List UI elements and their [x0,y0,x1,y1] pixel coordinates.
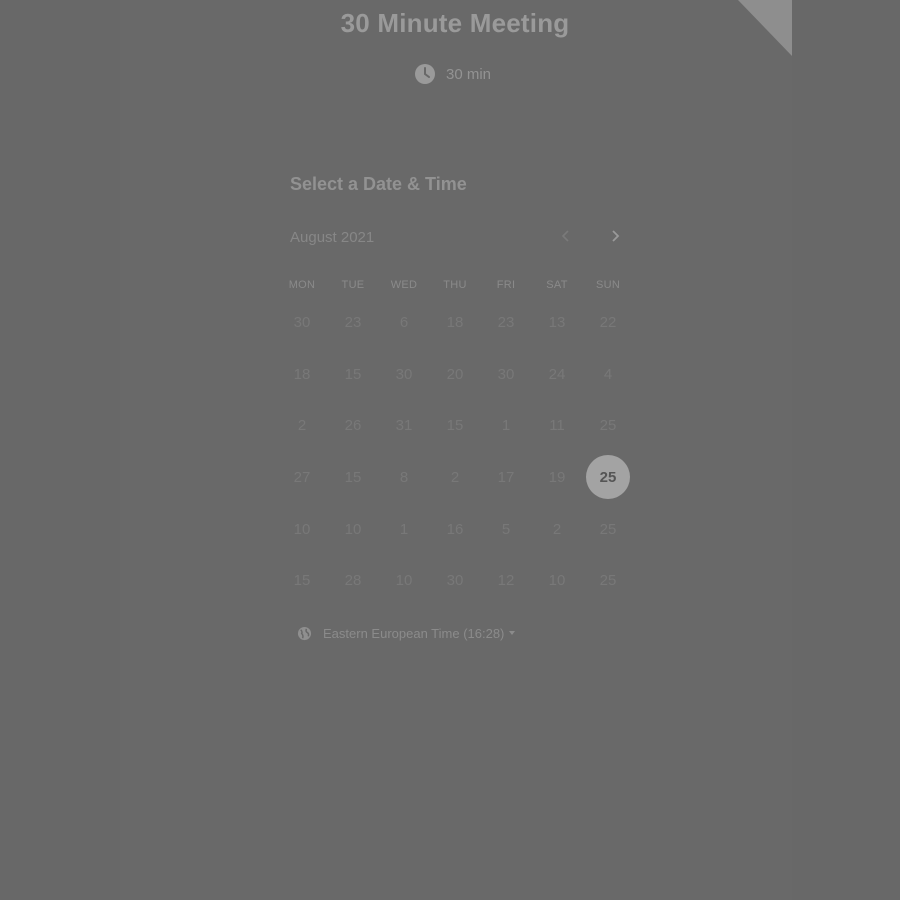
calendar-day[interactable]: 22 [586,300,630,344]
event-duration: 30 min [414,63,491,85]
calendar-day[interactable]: 27 [280,455,324,499]
calendar-day[interactable]: 10 [535,558,579,602]
calendar-day[interactable]: 25 [586,558,630,602]
booking-card [120,0,792,900]
calendar-day[interactable]: 2 [433,455,477,499]
calendar-day[interactable]: 30 [484,352,528,396]
calendar-day-selected[interactable]: 25 [586,455,630,499]
month-label: August 2021 [290,229,375,246]
calendar-day[interactable]: 25 [586,507,630,551]
weekday-header: MON [288,279,316,291]
calendar-day[interactable]: 6 [382,300,426,344]
chevron-left-icon [560,229,572,248]
next-month-button[interactable] [603,226,627,250]
calendar-day[interactable]: 10 [331,507,375,551]
calendar-day[interactable]: 1 [382,507,426,551]
calendar-day[interactable]: 25 [586,403,630,447]
calendar-day[interactable]: 30 [382,352,426,396]
weekday-header: SUN [595,279,621,291]
calendar-day[interactable]: 10 [382,558,426,602]
calendar-day[interactable]: 2 [280,403,324,447]
chevron-right-icon [609,229,621,248]
calendar-day[interactable]: 15 [331,455,375,499]
calendar-day[interactable]: 23 [331,300,375,344]
calendar-day[interactable]: 30 [433,558,477,602]
weekday-header: SAT [546,279,568,291]
calendar-day[interactable]: 26 [331,403,375,447]
weekday-header: WED [390,279,418,291]
timezone-label: Eastern European Time (16:28) [323,625,505,641]
calendar-day[interactable]: 23 [484,300,528,344]
calendar-day[interactable]: 13 [535,300,579,344]
calendar-day[interactable]: 1 [484,403,528,447]
timezone-selector[interactable]: Eastern European Time (16:28) [297,624,516,642]
calendar-day[interactable]: 15 [280,558,324,602]
calendar-day[interactable]: 12 [484,558,528,602]
calendar-day[interactable]: 30 [280,300,324,344]
caret-down-icon [509,631,516,635]
calendar-day[interactable]: 19 [535,455,579,499]
calendar-day[interactable]: 20 [433,352,477,396]
calendar-day[interactable]: 24 [535,352,579,396]
calendar-day[interactable]: 5 [484,507,528,551]
calendar-day[interactable]: 10 [280,507,324,551]
weekday-header: FRI [496,279,516,291]
calendar-day[interactable]: 8 [382,455,426,499]
calendar-day[interactable]: 15 [331,352,375,396]
booking-page: 30 Minute Meeting 30 min Select a Date &… [0,0,900,900]
weekday-header: TUE [341,279,365,291]
calendar-day[interactable]: 11 [535,403,579,447]
event-title: 30 Minute Meeting [340,8,570,38]
globe-icon [297,626,312,641]
calendar-day[interactable]: 4 [586,352,630,396]
calendar-day[interactable]: 15 [433,403,477,447]
clock-icon [414,63,436,85]
weekday-header: THU [443,279,467,291]
calendar-day[interactable]: 18 [433,300,477,344]
calendar-day[interactable]: 28 [331,558,375,602]
calendar-day[interactable]: 18 [280,352,324,396]
calendar-day[interactable]: 17 [484,455,528,499]
section-title: Select a Date & Time [290,174,467,194]
calendar-day[interactable]: 31 [382,403,426,447]
calendar-day[interactable]: 2 [535,507,579,551]
duration-text: 30 min [446,65,492,83]
calendar-day[interactable]: 16 [433,507,477,551]
previous-month-button[interactable] [554,226,578,250]
